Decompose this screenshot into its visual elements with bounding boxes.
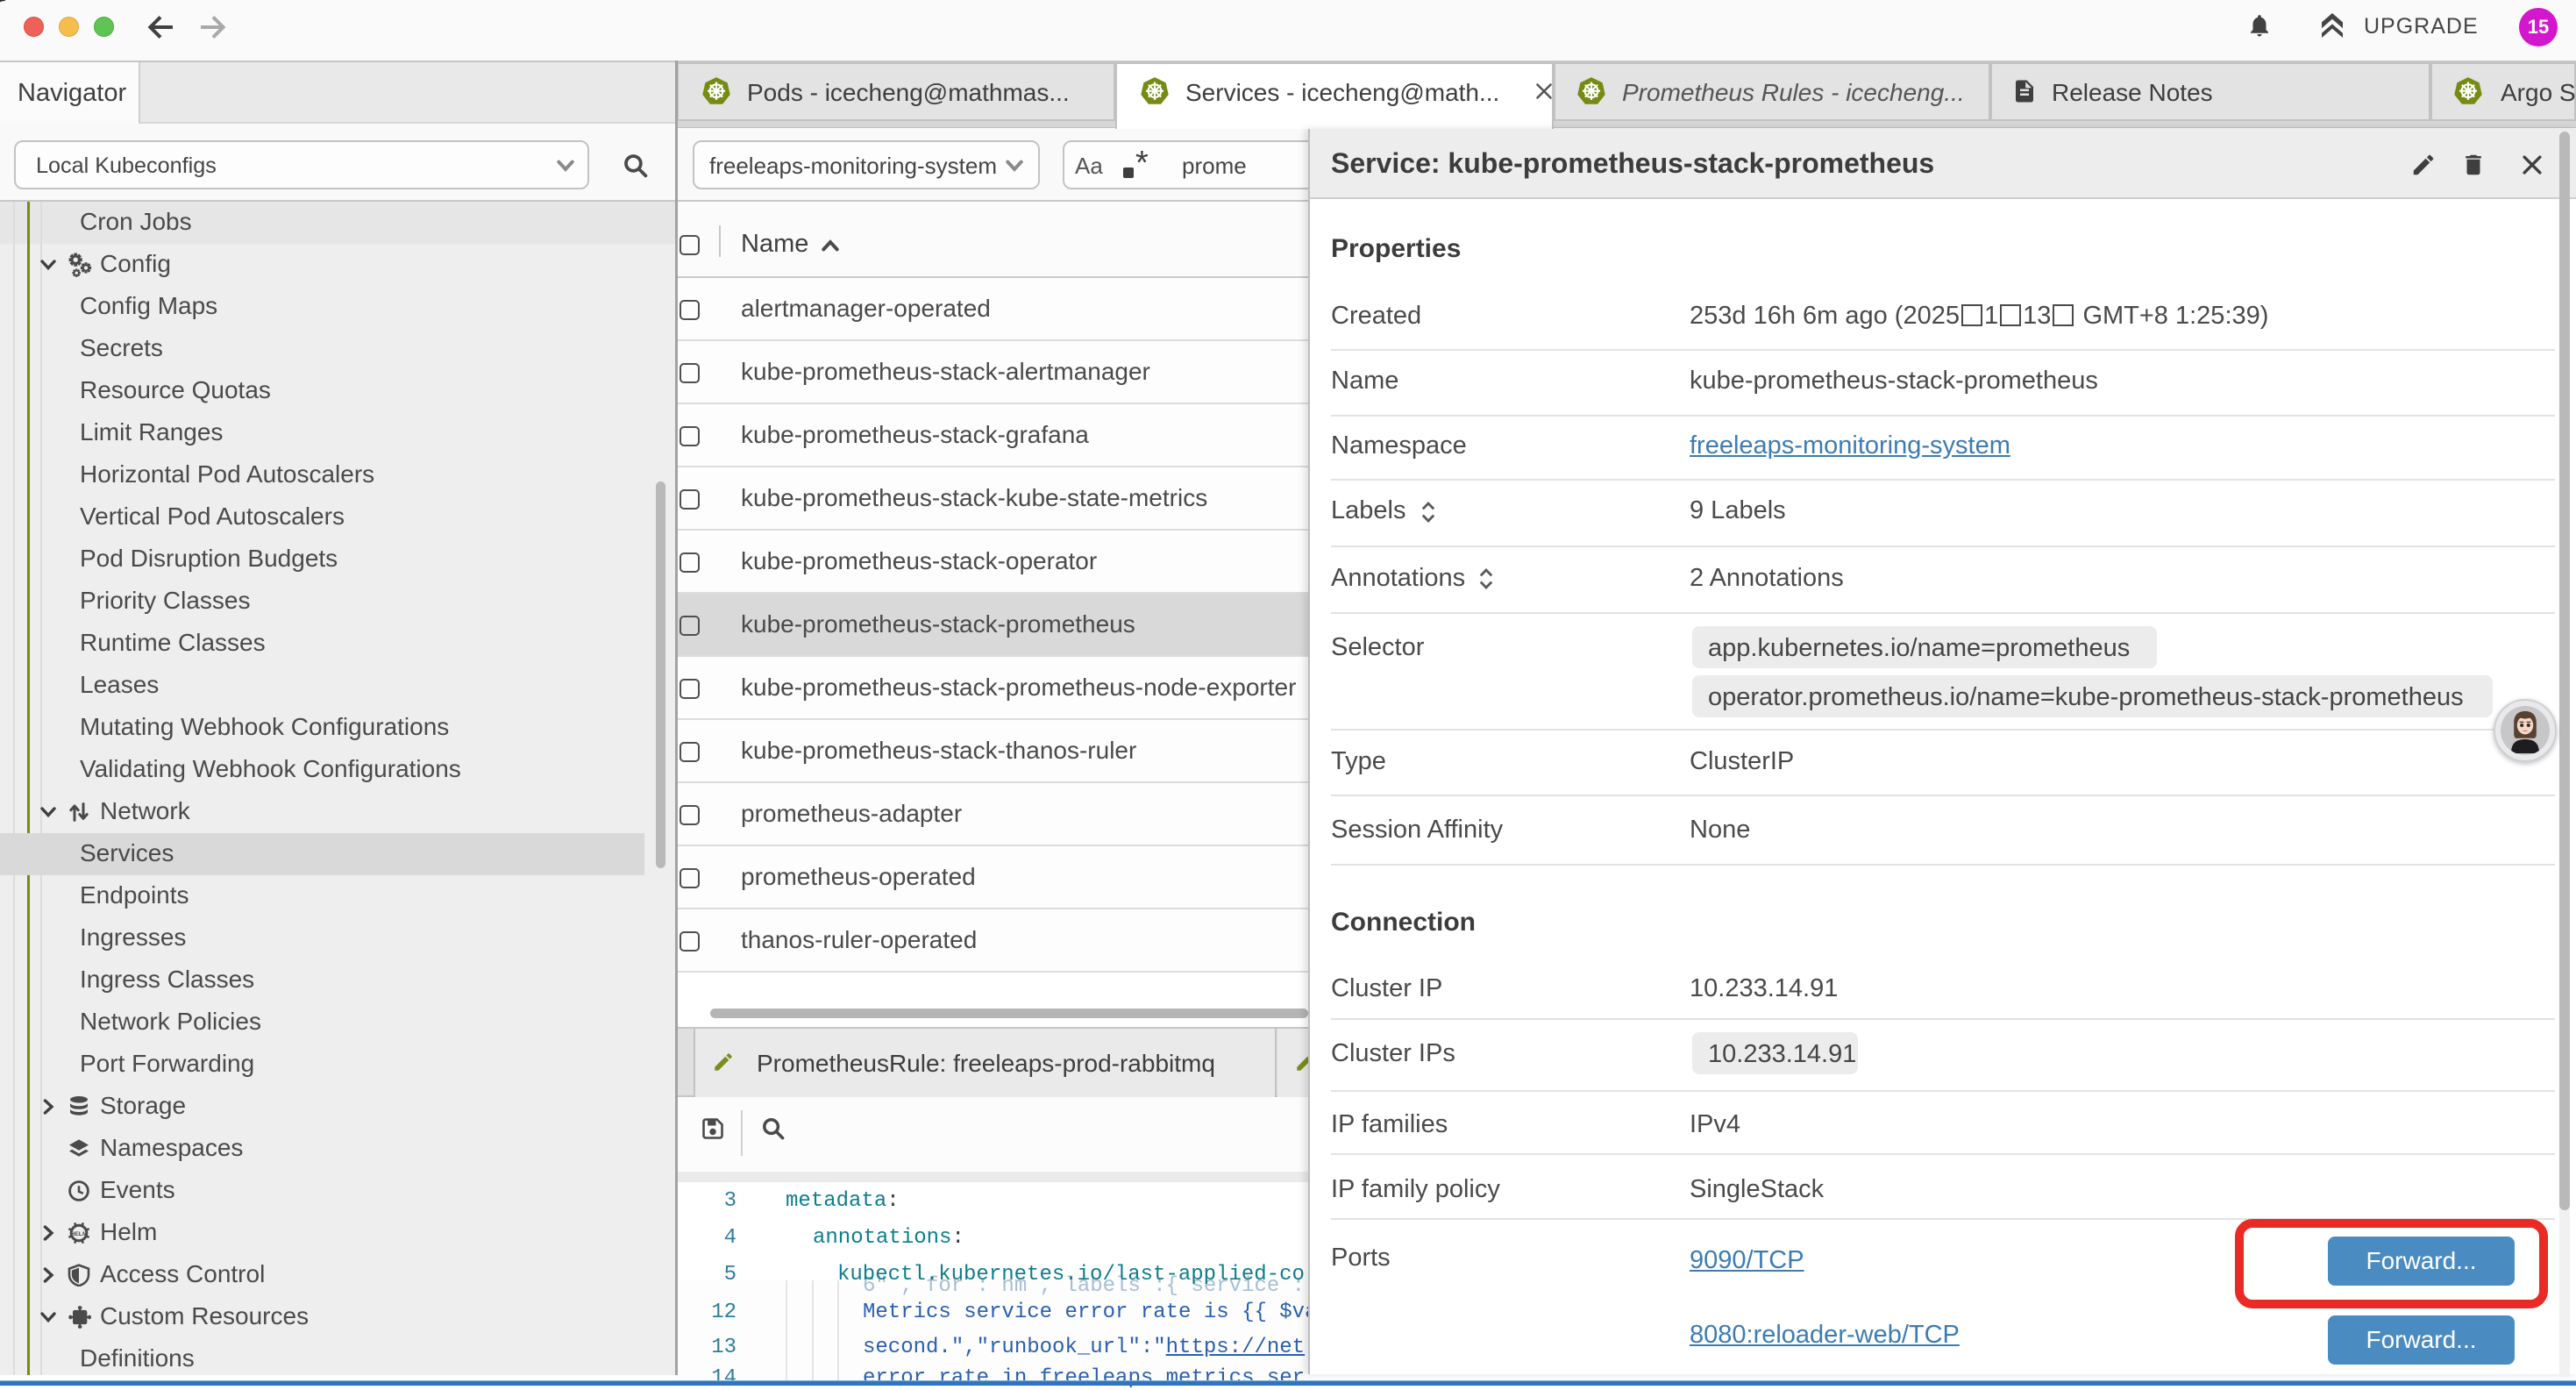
svg-text:HELM: HELM	[70, 1231, 88, 1237]
